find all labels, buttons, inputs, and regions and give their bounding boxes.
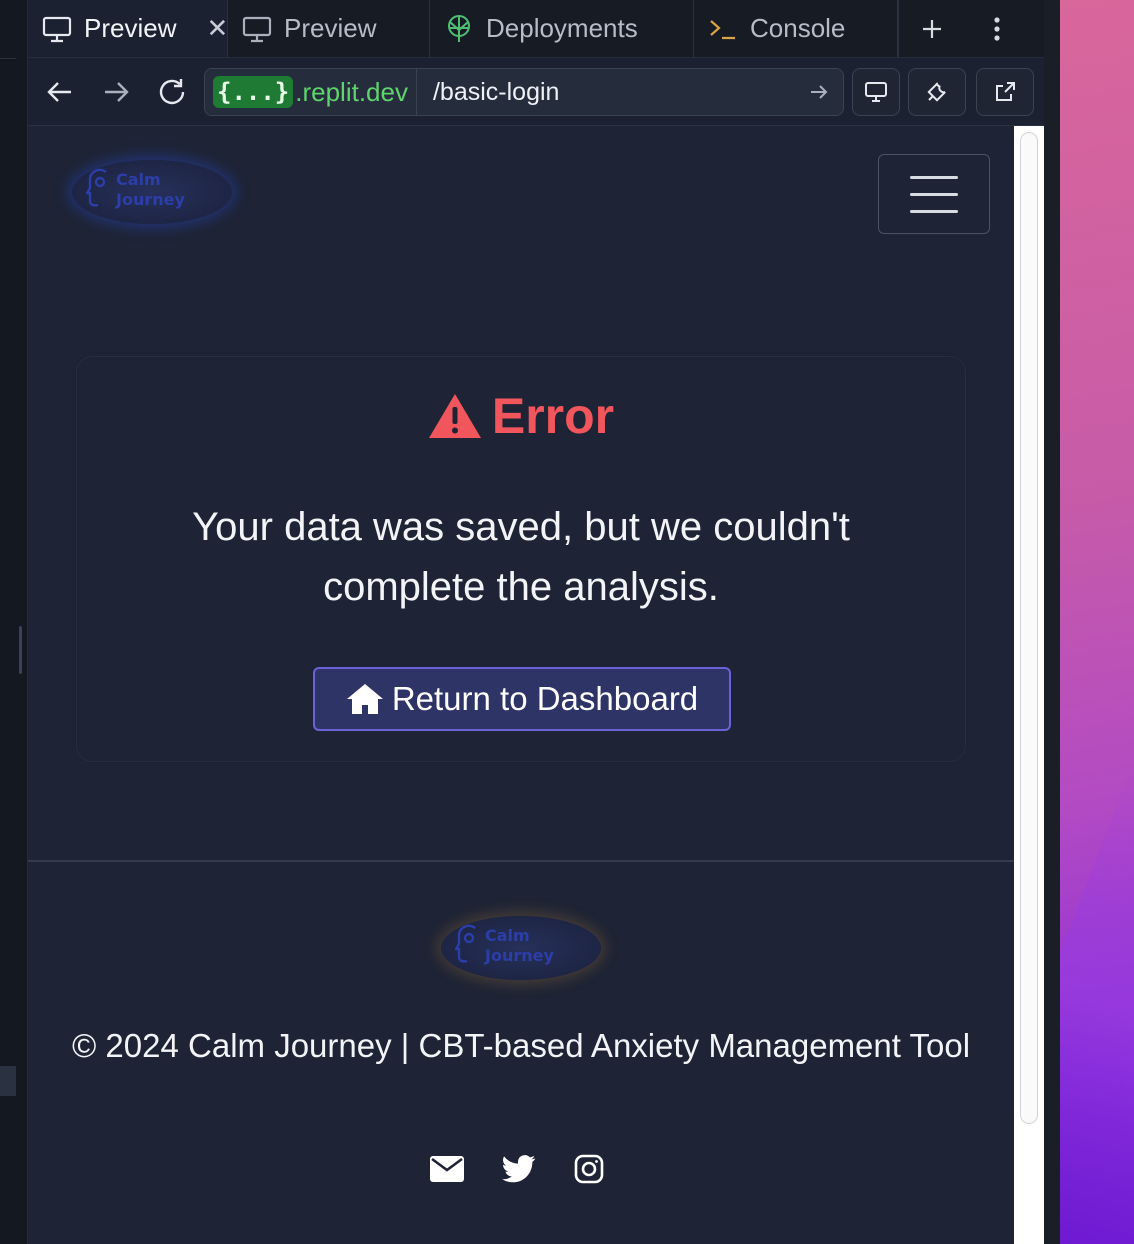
home-icon: [346, 684, 383, 714]
monitor-icon: [242, 14, 272, 44]
footer-divider: [28, 860, 1014, 862]
head-icon: [455, 924, 476, 963]
tab-label: Deployments: [486, 13, 638, 43]
tab-label: Preview: [84, 13, 177, 43]
desktop-wallpaper: [1044, 0, 1134, 1244]
reload-button[interactable]: [144, 64, 200, 120]
editor-edge: [0, 0, 28, 1244]
envelope-icon[interactable]: [430, 1156, 464, 1182]
editor-divider: [0, 58, 16, 59]
scrollbar-thumb[interactable]: [1020, 132, 1038, 1124]
url-badge: {...}: [213, 76, 294, 108]
error-card: Error Your data was saved, but we couldn…: [76, 356, 966, 762]
navigation-bar: {...} .replit.dev /basic-login: [28, 58, 1044, 126]
open-new-window-button[interactable]: [976, 68, 1034, 116]
tab-bar: Preview ✕ Preview Deployments Console: [28, 0, 1044, 58]
tab-preview[interactable]: Preview: [228, 0, 430, 57]
editor-panel-tab: [0, 1066, 16, 1096]
monitor-icon: [42, 14, 72, 44]
tab-preview-active[interactable]: Preview ✕: [28, 0, 228, 57]
error-heading: Error: [77, 387, 965, 445]
menu-toggle-button[interactable]: [878, 154, 990, 234]
header-logo[interactable]: Calm Journey: [72, 160, 232, 224]
preview-viewport: Calm Journey Error Your data was saved, …: [28, 126, 1014, 1244]
forward-button[interactable]: [88, 64, 144, 120]
devtools-button[interactable]: [908, 68, 966, 116]
tab-console[interactable]: Console: [694, 0, 898, 57]
tab-label: Preview: [284, 13, 377, 43]
terminal-icon: [708, 14, 738, 44]
logo-text: Calm Journey: [485, 926, 554, 965]
back-button[interactable]: [32, 64, 88, 120]
close-icon[interactable]: ✕: [206, 13, 228, 44]
deploy-icon: [444, 14, 474, 44]
new-tab-button[interactable]: [898, 0, 964, 57]
tab-deployments[interactable]: Deployments: [430, 0, 694, 57]
tab-label: Console: [750, 13, 846, 43]
logo-text: Calm Journey: [116, 170, 185, 209]
error-message: Your data was saved, but we couldn't com…: [192, 505, 850, 609]
device-preview-button[interactable]: [852, 68, 900, 116]
social-links: [430, 1154, 604, 1184]
footer-copyright: © 2024 Calm Journey | CBT-based Anxiety …: [71, 1027, 971, 1064]
address-bar[interactable]: {...} .replit.dev /basic-login: [204, 68, 844, 116]
instagram-icon[interactable]: [574, 1154, 604, 1184]
scrollbar[interactable]: [1014, 126, 1044, 1244]
footer-logo[interactable]: Calm Journey: [441, 916, 601, 980]
twitter-icon[interactable]: [502, 1155, 536, 1183]
more-options-button[interactable]: [964, 0, 1030, 57]
resize-handle[interactable]: [19, 626, 22, 674]
return-dashboard-button[interactable]: Return to Dashboard: [313, 667, 731, 731]
window-edge: [1044, 0, 1060, 1244]
url-path-input[interactable]: /basic-login: [417, 78, 795, 107]
url-host: .replit.dev: [295, 76, 408, 107]
wallpaper-facet: [1060, 760, 1134, 1244]
url-domain: {...} .replit.dev: [205, 69, 417, 115]
warning-icon: [428, 394, 481, 438]
head-icon: [86, 168, 107, 207]
go-arrow-icon[interactable]: [795, 82, 843, 102]
